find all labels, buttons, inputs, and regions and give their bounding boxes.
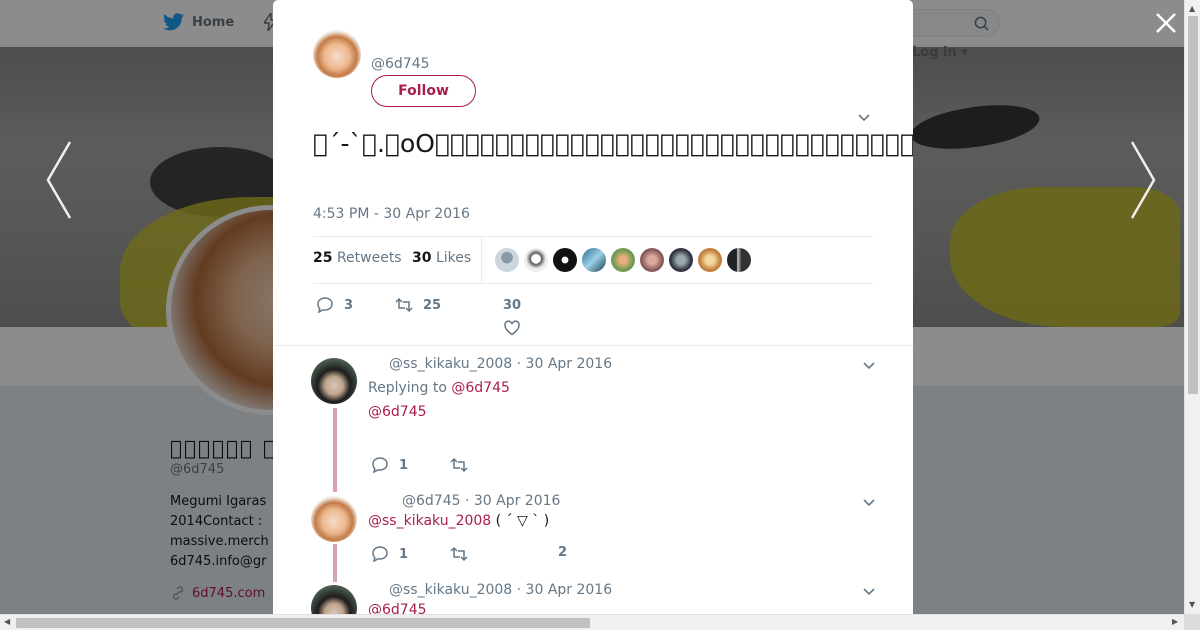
reply-avatar[interactable] — [311, 358, 357, 404]
retweet-icon — [395, 297, 413, 313]
like-count: 30 — [503, 298, 522, 313]
tweet-modal: @6d745 Follow  ´-` . oO                 … — [273, 0, 913, 614]
liker-avatar[interactable] — [698, 248, 722, 272]
tweet-timestamp[interactable]: 4:53 PM - 30 Apr 2016 — [313, 206, 470, 222]
reply-icon — [317, 297, 333, 314]
heart-icon — [504, 320, 520, 336]
reply-action[interactable]: 3 — [316, 296, 353, 314]
thread-line — [333, 408, 337, 492]
author-handle[interactable]: @6d745 — [371, 56, 430, 72]
chevron-down-icon[interactable] — [862, 495, 876, 509]
chevron-down-icon[interactable] — [857, 110, 871, 124]
reply-icon — [372, 546, 388, 563]
like-action[interactable]: 2 — [558, 545, 567, 560]
reply-text: @6d745 — [368, 404, 427, 420]
reply-count: 3 — [344, 297, 354, 313]
liker-avatar[interactable] — [611, 248, 635, 272]
chevron-down-icon[interactable] — [862, 358, 876, 372]
author-avatar[interactable] — [313, 30, 361, 78]
close-icon[interactable] — [1155, 12, 1177, 34]
likes-count: 30 — [412, 250, 432, 266]
liker-avatar[interactable] — [495, 248, 519, 272]
scroll-right-icon[interactable]: ▶ — [1172, 617, 1178, 626]
login-link[interactable]: Log in ▾ — [912, 45, 968, 60]
retweet-icon — [450, 546, 468, 562]
liker-avatar[interactable] — [640, 248, 664, 272]
retweet-count: 25 — [423, 297, 442, 313]
reply-header[interactable]: @ss_kikaku_2008 · 30 Apr 2016 — [389, 356, 612, 372]
replying-to: Replying to @6d745 — [368, 380, 510, 396]
reply-avatar[interactable] — [311, 496, 357, 542]
replying-to-prefix: Replying to — [368, 380, 452, 396]
liker-avatar[interactable] — [582, 248, 606, 272]
retweet-action[interactable] — [450, 456, 468, 474]
reply-mention[interactable]: @6d745 — [368, 404, 427, 420]
reply-action[interactable]: 1 — [371, 456, 408, 474]
login-label: Log in — [912, 45, 957, 60]
chevron-down-icon[interactable] — [862, 584, 876, 598]
liker-avatar[interactable] — [553, 248, 577, 272]
reply-action[interactable]: 1 — [371, 545, 408, 563]
reply-mention[interactable]: @6d745 — [368, 602, 427, 614]
next-arrow-icon[interactable] — [1128, 140, 1158, 220]
horizontal-scroll-thumb[interactable] — [16, 618, 590, 628]
liker-avatar[interactable] — [727, 248, 751, 272]
tweet-text:  ´-` . oO                               … — [313, 129, 913, 158]
reply-avatar[interactable] — [311, 585, 357, 614]
reply-count: 1 — [399, 546, 409, 562]
liker-avatar[interactable] — [669, 248, 693, 272]
modal-divider — [273, 345, 913, 346]
like-action[interactable]: 30 — [503, 298, 521, 337]
likes-label: Likes — [435, 250, 472, 266]
reply-header[interactable]: @6d745 · 30 Apr 2016 — [402, 493, 560, 509]
retweet-action[interactable]: 25 — [395, 296, 441, 314]
reply-header[interactable]: @ss_kikaku_2008 · 30 Apr 2016 — [389, 582, 612, 598]
likers-avatars — [495, 248, 751, 272]
horizontal-scrollbar[interactable]: ◀ ▶ — [0, 614, 1184, 630]
vertical-scrollbar[interactable]: ▲ ▼ — [1184, 0, 1200, 614]
reply-text: @ss_kikaku_2008 ( ´ ▽ ` ) — [368, 513, 549, 529]
reply-text: @6d745 — [368, 602, 427, 614]
previous-arrow-icon[interactable] — [44, 140, 74, 220]
reply-body: ( ´ ▽ ` ) — [491, 513, 550, 529]
follow-button[interactable]: Follow — [371, 75, 476, 107]
retweet-action[interactable] — [450, 545, 468, 563]
reply-count: 1 — [399, 457, 409, 473]
tweet-stats: 25 Retweets 30 Likes — [313, 236, 873, 284]
stats-divider — [481, 237, 482, 283]
scroll-up-icon[interactable]: ▲ — [1189, 4, 1195, 13]
scroll-left-icon[interactable]: ◀ — [4, 617, 10, 626]
retweets-count: 25 — [313, 250, 333, 266]
retweet-icon — [450, 457, 468, 473]
thread-line — [333, 544, 337, 582]
scroll-down-icon[interactable]: ▼ — [1189, 600, 1195, 609]
retweets-stat[interactable]: 25 Retweets — [313, 250, 402, 266]
likes-stat[interactable]: 30 Likes — [412, 250, 471, 266]
reply-icon — [372, 457, 388, 474]
like-count: 2 — [558, 545, 568, 560]
vertical-scroll-thumb[interactable] — [1188, 16, 1198, 394]
scrollbar-corner — [1184, 614, 1200, 630]
reply-mention[interactable]: @ss_kikaku_2008 — [368, 513, 491, 529]
retweets-label: Retweets — [336, 250, 402, 266]
replying-to-handle[interactable]: @6d745 — [451, 380, 510, 396]
tweet-actions: 3 25 30 — [313, 296, 873, 336]
liker-avatar[interactable] — [524, 248, 548, 272]
